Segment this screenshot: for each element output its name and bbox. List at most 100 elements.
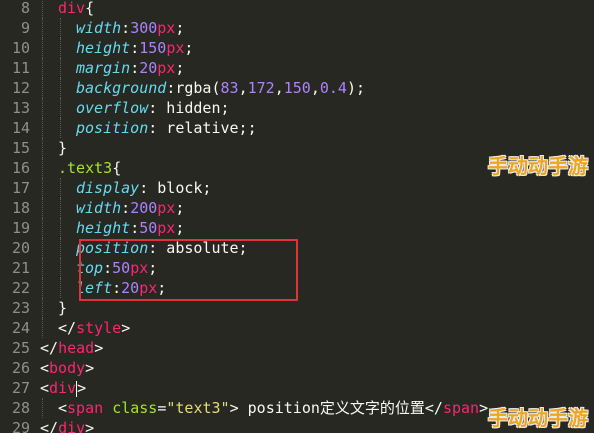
code-text: </style>: [58, 318, 130, 338]
code-text: </head>: [40, 338, 103, 358]
code-line[interactable]: 10 height:150px;: [0, 38, 594, 58]
code-token: 83: [220, 79, 239, 97]
code-line[interactable]: 23}: [0, 298, 594, 318]
code-text: height:50px;: [76, 218, 184, 238]
line-number: 9: [20, 19, 30, 37]
code-line[interactable]: 24 </style>: [0, 318, 594, 338]
code-line[interactable]: 17 display: block;: [0, 178, 594, 198]
indent-guide: [42, 138, 43, 158]
code-line[interactable]: 26 <body>: [0, 358, 594, 378]
code-token: </: [40, 419, 59, 433]
code-token: span: [442, 399, 480, 417]
code-text: div{: [58, 0, 94, 18]
indent-guide: [42, 218, 43, 238]
code-line[interactable]: 9 width:300px;: [0, 18, 594, 38]
watermark-logo-bottom: 手动动手游: [488, 406, 588, 430]
code-line[interactable]: 11 margin:20px;: [0, 58, 594, 78]
code-token: <: [40, 359, 50, 377]
indent-guide: [60, 78, 61, 98]
code-token: :: [130, 59, 140, 77]
line-number: 20: [11, 239, 30, 257]
code-token: 300: [130, 19, 158, 37]
code-line[interactable]: 25 </head>: [0, 338, 594, 358]
indent-guide: [42, 238, 43, 258]
code-token: ;: [175, 199, 185, 217]
code-token: >: [94, 339, 104, 357]
code-text: }: [58, 298, 67, 318]
line-number: 22: [11, 279, 30, 297]
code-line[interactable]: 12 background:rgba(83,172,150,0.4);: [0, 78, 594, 98]
code-token: 0.4: [319, 79, 347, 97]
code-token: :: [121, 199, 131, 217]
line-number: 18: [11, 199, 30, 217]
code-token: <: [40, 379, 50, 397]
code-token: ;: [175, 59, 185, 77]
watermark-logo: 手动动手游: [488, 154, 588, 178]
indent-guide: [60, 58, 61, 78]
code-text: width:300px;: [76, 18, 184, 38]
code-text: }: [58, 138, 67, 158]
code-token: 150: [139, 39, 167, 57]
code-token: 50: [139, 219, 158, 237]
line-number: 19: [11, 219, 30, 237]
annotation-highlight-box: [79, 239, 298, 301]
code-token: >: [479, 399, 489, 417]
code-token: }: [58, 299, 68, 317]
line-number: 8: [20, 0, 30, 17]
code-token: :rgba(: [166, 79, 221, 97]
code-line[interactable]: 27 <div>: [0, 378, 594, 398]
line-number: 28: [11, 399, 30, 417]
code-line[interactable]: 19 height:50px;: [0, 218, 594, 238]
code-token: div: [49, 379, 77, 397]
code-token: height: [76, 219, 131, 237]
code-text: margin:20px;: [76, 58, 184, 78]
code-token: ,: [238, 79, 248, 97]
code-token: style: [76, 319, 122, 337]
code-token: width: [76, 19, 122, 37]
code-token: px: [157, 59, 176, 77]
code-text: background:rgba(83,172,150,0.4);: [76, 78, 365, 98]
code-token: <: [58, 399, 68, 417]
indent-guide: [60, 118, 61, 138]
line-number: 27: [11, 379, 30, 397]
code-text: position: relative;;: [76, 118, 257, 138]
code-token: margin: [76, 59, 131, 77]
code-line[interactable]: 18 width:200px;: [0, 198, 594, 218]
code-token: div: [58, 0, 86, 17]
indent-guide: [42, 158, 43, 178]
code-token: {: [85, 0, 95, 17]
code-token: : block;: [139, 179, 212, 197]
line-number: 14: [11, 119, 30, 137]
code-text: height:150px;: [76, 38, 193, 58]
code-token: width: [76, 199, 122, 217]
code-line[interactable]: 14 position: relative;;: [0, 118, 594, 138]
code-token: .text3: [58, 159, 113, 177]
code-token: 150: [283, 79, 311, 97]
code-line[interactable]: 8 div{: [0, 0, 594, 18]
code-token: overflow: [76, 99, 149, 117]
indent-guide: [42, 0, 43, 18]
indent-guide: [60, 38, 61, 58]
code-token: 172: [247, 79, 275, 97]
code-line[interactable]: 13 overflow: hidden;: [0, 98, 594, 118]
code-token: background: [76, 79, 167, 97]
code-token: span: [67, 399, 104, 417]
code-token: px: [157, 219, 176, 237]
code-token: : hidden;: [148, 99, 230, 117]
indent-guide: [42, 198, 43, 218]
code-token: body: [49, 359, 86, 377]
indent-guide: [42, 58, 43, 78]
indent-guide: [60, 98, 61, 118]
line-number: 15: [11, 139, 30, 157]
code-text: display: block;: [76, 178, 211, 198]
code-token: >: [121, 319, 131, 337]
code-editor[interactable]: 8 div{9 width:300px; 10 height:150px; 11 margi…: [0, 0, 594, 433]
code-token: : relative;;: [148, 119, 257, 137]
indent-guide: [42, 118, 43, 138]
indent-guide: [42, 98, 43, 118]
code-token: 200: [130, 199, 158, 217]
code-token: height: [76, 39, 131, 57]
line-number: 29: [11, 419, 30, 433]
code-token: px: [157, 19, 176, 37]
